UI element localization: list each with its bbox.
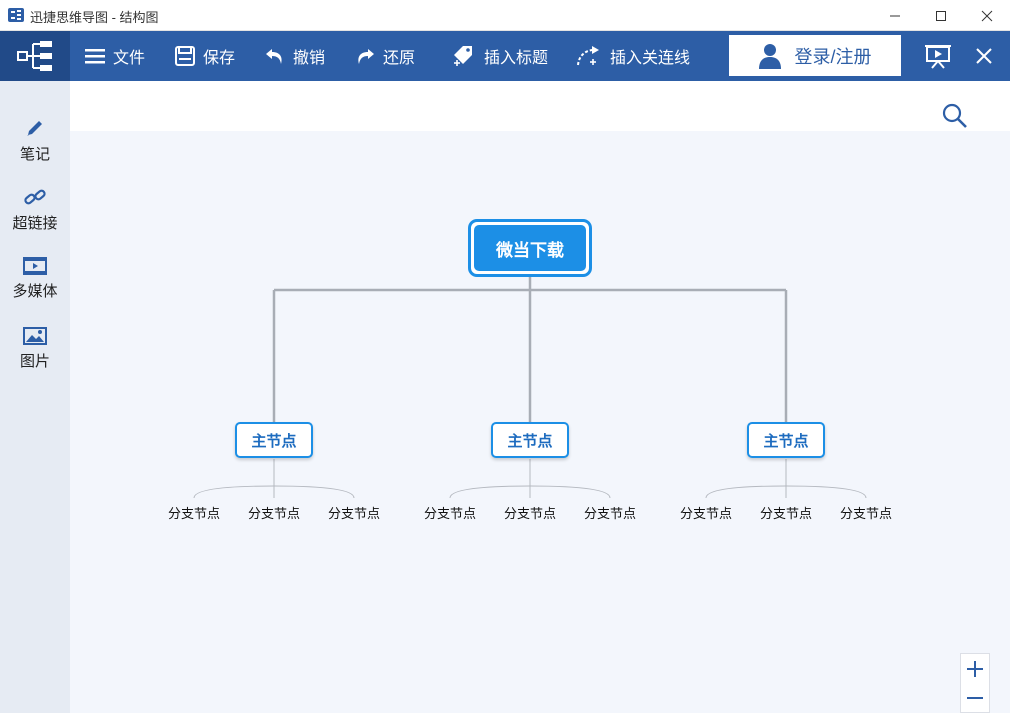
zoom-controls: [960, 653, 990, 713]
login-register-button[interactable]: 登录/注册: [729, 35, 901, 76]
root-node[interactable]: 微当下载: [468, 219, 592, 277]
save-button[interactable]: 保存: [175, 31, 235, 81]
branch-node[interactable]: 分支节点: [751, 503, 821, 522]
branch-node[interactable]: 分支节点: [575, 503, 645, 522]
insert-connection-label: 插入关连线: [610, 50, 691, 67]
root-node-label: 微当下载: [474, 225, 586, 271]
structure-icon: [17, 41, 52, 71]
branch-node[interactable]: 分支节点: [415, 503, 485, 522]
branch-node[interactable]: 分支节点: [319, 503, 389, 522]
sidebar-item-label: 多媒体: [12, 283, 58, 300]
window-title: 迅捷思维导图 - 结构图: [30, 10, 159, 25]
pen-icon: [27, 121, 42, 136]
sidebar-item-note[interactable]: 笔记: [0, 117, 70, 164]
branch-node[interactable]: 分支节点: [831, 503, 901, 522]
presentation-icon: [925, 45, 951, 69]
insert-title-button[interactable]: 插入标题: [452, 31, 548, 81]
maximize-button[interactable]: [918, 0, 964, 31]
sidebar-item-label: 图片: [19, 353, 50, 370]
sidebar-item-image[interactable]: 图片: [0, 326, 70, 371]
file-menu-button[interactable]: 文件: [85, 31, 145, 81]
left-sidebar: 笔记 超链接 多媒体 图片: [0, 81, 70, 713]
main-toolbar: 文件 保存 撤销 还原 插入标题 插入关连线 登录/注册: [0, 31, 1010, 81]
zoom-out-button[interactable]: [961, 683, 989, 713]
insert-connection-button[interactable]: 插入关连线: [576, 31, 690, 81]
close-panel-button[interactable]: [975, 31, 1001, 81]
file-label: 文件: [113, 50, 146, 67]
curve-arrow-icon: [577, 46, 599, 66]
search-strip: [70, 81, 1010, 131]
zoom-in-button[interactable]: [961, 654, 989, 684]
close-icon: [981, 10, 993, 21]
insert-title-label: 插入标题: [484, 50, 549, 67]
branch-node[interactable]: 分支节点: [495, 503, 565, 522]
close-window-button[interactable]: [964, 0, 1010, 31]
presentation-button[interactable]: [924, 31, 960, 81]
branch-node[interactable]: 分支节点: [671, 503, 741, 522]
user-icon: [759, 43, 782, 69]
main-node[interactable]: 主节点: [491, 422, 569, 458]
search-icon: [942, 103, 967, 128]
main-node[interactable]: 主节点: [747, 422, 825, 458]
sidebar-item-label: 超链接: [12, 215, 58, 232]
minimize-button[interactable]: [872, 0, 918, 31]
redo-label: 还原: [383, 50, 416, 67]
sidebar-item-hyperlink[interactable]: 超链接: [0, 186, 70, 233]
minimize-icon: [890, 15, 900, 16]
title-bar: 迅捷思维导图 - 结构图: [0, 0, 1010, 31]
save-label: 保存: [203, 50, 236, 67]
branch-node[interactable]: 分支节点: [239, 503, 309, 522]
menu-icon: [85, 49, 105, 64]
structure-logo-button[interactable]: [0, 31, 70, 81]
save-icon: [175, 46, 195, 66]
search-button[interactable]: [942, 103, 968, 134]
tag-plus-icon: [454, 46, 472, 66]
sidebar-item-media[interactable]: 多媒体: [0, 256, 70, 301]
app-icon: [8, 8, 24, 22]
redo-icon: [358, 49, 374, 64]
branch-node[interactable]: 分支节点: [159, 503, 229, 522]
undo-icon: [266, 49, 282, 64]
maximize-icon: [936, 10, 946, 21]
sidebar-item-label: 笔记: [19, 146, 50, 163]
image-icon: [23, 327, 47, 345]
undo-label: 撤销: [293, 50, 326, 67]
media-icon: [23, 257, 47, 275]
minus-icon: [967, 697, 983, 699]
plus-icon: [967, 661, 983, 677]
main-node[interactable]: 主节点: [235, 422, 313, 458]
close-icon: [976, 48, 992, 64]
redo-button[interactable]: 还原: [355, 31, 415, 81]
undo-button[interactable]: 撤销: [265, 31, 325, 81]
link-icon: [24, 189, 46, 205]
login-label: 登录/注册: [794, 46, 872, 67]
